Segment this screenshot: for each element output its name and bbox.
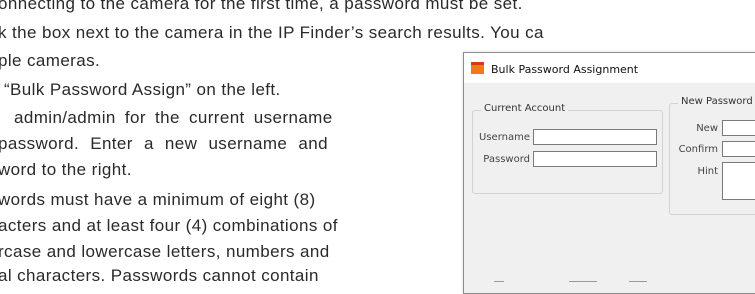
- current-account-legend: Current Account: [481, 103, 569, 114]
- hint-label: Hint: [697, 166, 718, 177]
- doc-line: onnecting to the camera for the first ti…: [0, 0, 523, 13]
- dialog-title: Bulk Password Assignment: [491, 63, 639, 76]
- doc-line: al characters. Passwords cannot contain: [0, 266, 319, 285]
- new-password-group: New Password New Confirm Hint: [669, 96, 755, 215]
- doc-line: “Bulk Password Assign” on the left.: [4, 80, 281, 99]
- current-account-group: Current Account Username Password: [472, 103, 663, 194]
- doc-line: words must have a minimum of eight (8): [0, 190, 316, 209]
- dialog-titlebar: Bulk Password Assignment: [464, 53, 755, 83]
- dialog-body: Current Account Username Password New Pa…: [464, 83, 755, 293]
- doc-line: ple cameras.: [0, 51, 101, 70]
- hint-input[interactable]: [722, 162, 755, 200]
- doc-line: k the box next to the camera in the IP F…: [0, 23, 544, 42]
- current-password-input[interactable]: [533, 151, 657, 167]
- doc-line: admin/admin for the current username: [14, 108, 333, 127]
- new-password-input[interactable]: [722, 120, 755, 136]
- current-username-input[interactable]: [533, 129, 657, 145]
- doc-line: acters and at least four (4) combination…: [0, 216, 338, 235]
- divider: [569, 281, 597, 282]
- confirm-password-input[interactable]: [722, 141, 755, 157]
- doc-line: rcase and lowercase letters, numbers and: [0, 242, 330, 261]
- new-label: New: [696, 123, 718, 134]
- divider: [629, 281, 647, 282]
- username-label: Username: [479, 132, 530, 143]
- doc-line: word to the right.: [0, 160, 132, 179]
- app-icon: [471, 62, 484, 74]
- confirm-label: Confirm: [678, 144, 718, 155]
- password-label: Password: [483, 154, 530, 165]
- divider: [494, 281, 504, 282]
- dialog-bottom-strip: [464, 271, 755, 293]
- new-password-legend: New Password: [678, 96, 755, 107]
- bulk-password-dialog: Bulk Password Assignment Current Account…: [463, 52, 755, 294]
- doc-line: password. Enter a new username and: [0, 134, 328, 153]
